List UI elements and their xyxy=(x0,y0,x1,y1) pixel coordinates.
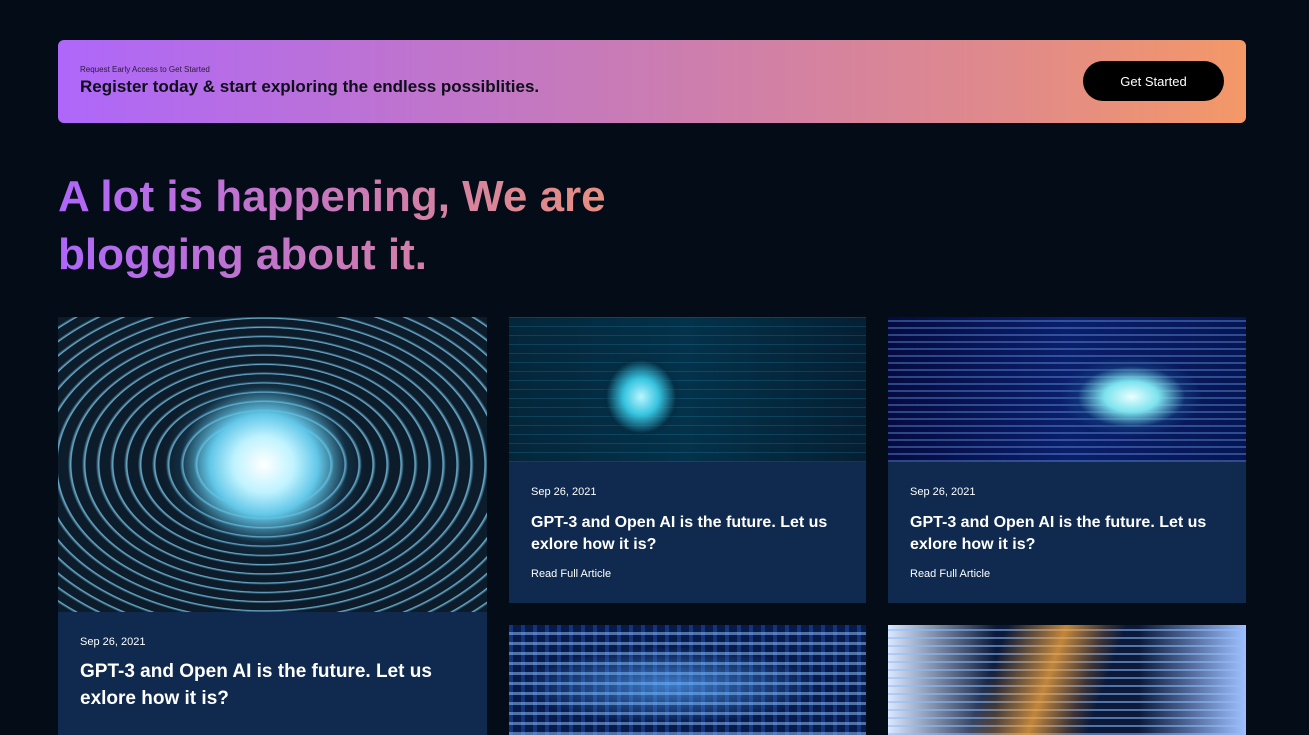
read-full-article-link[interactable]: Read Full Article xyxy=(531,568,611,580)
cta-banner: Request Early Access to Get Started Regi… xyxy=(58,40,1246,123)
blog-card[interactable] xyxy=(509,625,866,735)
post-title[interactable]: GPT-3 and Open AI is the future. Let us … xyxy=(910,512,1228,556)
cta-big-text: Register today & start exploring the end… xyxy=(80,77,540,96)
binary-gold-image xyxy=(888,625,1246,735)
post-title[interactable]: GPT-3 and Open AI is the future. Let us … xyxy=(531,512,849,556)
blog-card-featured[interactable]: Sep 26, 2021 GPT-3 and Open AI is the fu… xyxy=(58,317,487,735)
circuit-face-image xyxy=(509,317,866,462)
blog-headline: A lot is happening, We are blogging abou… xyxy=(58,168,618,284)
get-started-button[interactable]: Get Started xyxy=(1083,61,1224,101)
post-date: Sep 26, 2021 xyxy=(910,486,976,498)
blog-card[interactable]: Sep 26, 2021 GPT-3 and Open AI is the fu… xyxy=(888,317,1246,603)
post-title[interactable]: GPT-3 and Open AI is the future. Let us … xyxy=(80,658,460,712)
blog-card[interactable] xyxy=(888,625,1246,735)
binary-chain-image xyxy=(888,317,1246,462)
card-body: Sep 26, 2021 GPT-3 and Open AI is the fu… xyxy=(509,462,866,603)
cta-small-text: Request Early Access to Get Started xyxy=(80,65,210,74)
blog-card[interactable]: Sep 26, 2021 GPT-3 and Open AI is the fu… xyxy=(509,317,866,603)
binary-tunnel-image xyxy=(58,317,487,612)
read-full-article-link[interactable]: Read Full Article xyxy=(910,568,990,580)
binary-code-image xyxy=(509,625,866,735)
card-body: Sep 26, 2021 GPT-3 and Open AI is the fu… xyxy=(58,612,487,735)
card-body: Sep 26, 2021 GPT-3 and Open AI is the fu… xyxy=(888,462,1246,603)
post-date: Sep 26, 2021 xyxy=(80,636,146,648)
post-date: Sep 26, 2021 xyxy=(531,486,597,498)
